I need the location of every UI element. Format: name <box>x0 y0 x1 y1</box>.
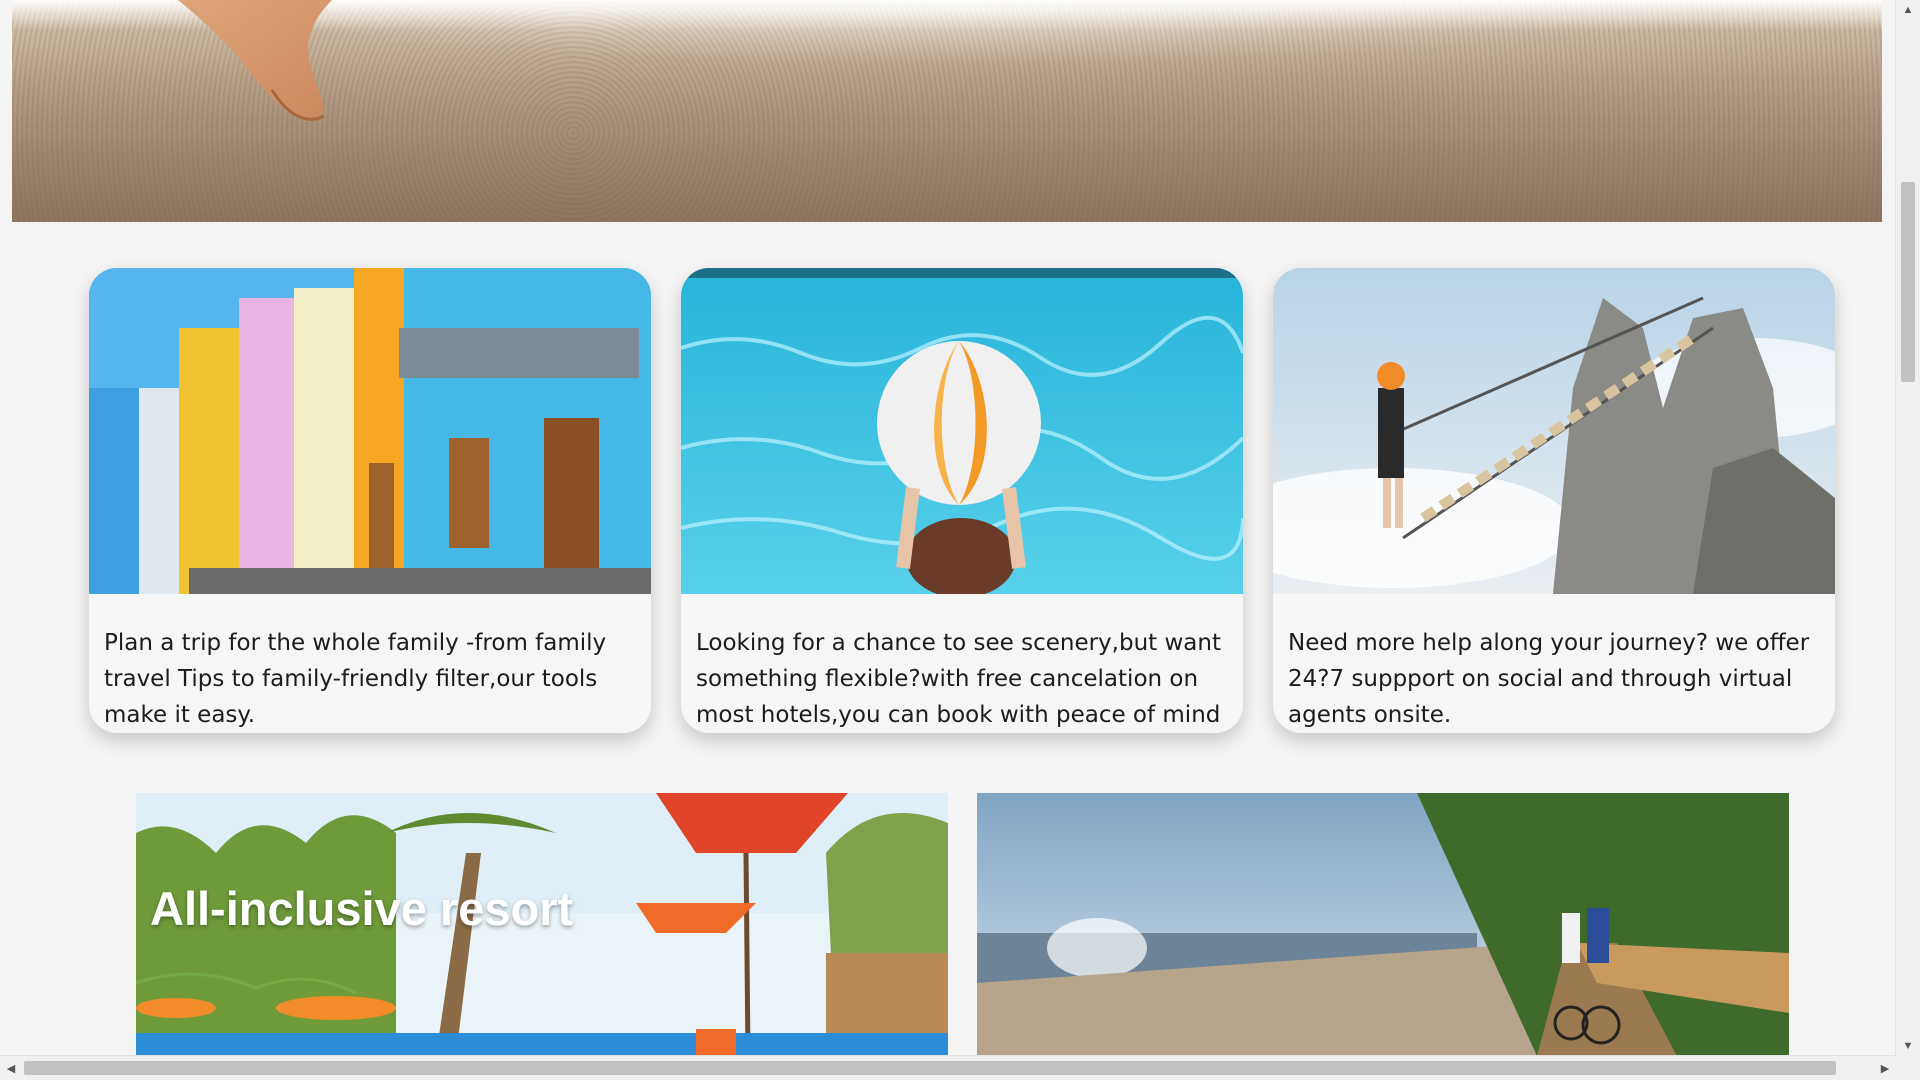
vertical-scrollbar[interactable]: ▲ ▼ <box>1895 0 1920 1056</box>
card-description: Looking for a chance to see scenery,but … <box>696 630 1221 728</box>
scroll-right-arrow-icon[interactable]: ▶ <box>1874 1056 1896 1080</box>
feature-card-flexible[interactable]: Looking for a chance to see scenery,but … <box>681 268 1243 733</box>
horizontal-scroll-thumb[interactable] <box>24 1061 1836 1075</box>
feature-card-family[interactable]: Plan a trip for the whole family -from f… <box>89 268 651 733</box>
vertical-scroll-thumb[interactable] <box>1901 182 1915 382</box>
promo-tile-coast[interactable] <box>977 793 1789 1056</box>
scroll-up-arrow-icon[interactable]: ▲ <box>1896 0 1920 20</box>
pool-beach-ball-image <box>681 268 1243 594</box>
feature-card-support[interactable]: Need more help along your journey? we of… <box>1273 268 1835 733</box>
rope-bridge-climber-image <box>1273 268 1835 594</box>
horizontal-scrollbar[interactable]: ◀ ▶ <box>0 1055 1896 1080</box>
coastal-boardwalk-cyclists-image <box>977 793 1789 1056</box>
scrollbar-corner <box>1896 1056 1920 1080</box>
scroll-left-arrow-icon[interactable]: ◀ <box>0 1056 22 1080</box>
card-description: Plan a trip for the whole family -from f… <box>104 630 607 728</box>
hero-image <box>12 0 1882 222</box>
scroll-down-arrow-icon[interactable]: ▼ <box>1896 1036 1920 1056</box>
starfish-icon <box>177 0 332 122</box>
page-viewport: Plan a trip for the whole family -from f… <box>0 0 1896 1056</box>
promo-tile-resort[interactable]: All-inclusive resort <box>136 793 948 1056</box>
promo-title: All-inclusive resort <box>150 882 574 935</box>
colorful-street-houses-image <box>89 268 651 594</box>
card-description: Need more help along your journey? we of… <box>1288 630 1810 728</box>
